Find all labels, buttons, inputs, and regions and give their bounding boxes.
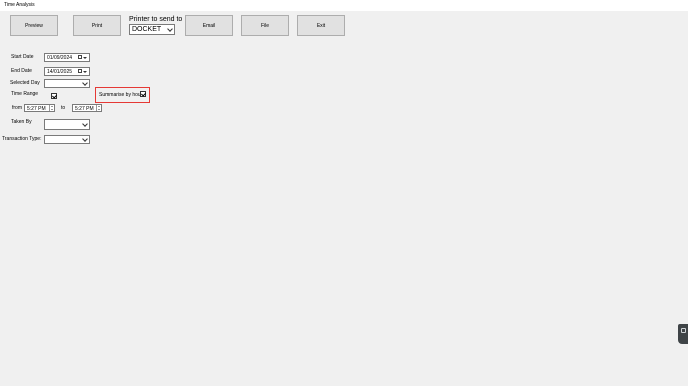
end-date-value: 14/01/2025 (47, 69, 73, 75)
check-icon (141, 91, 146, 97)
selected-day-label: Selected Day (10, 80, 40, 86)
time-range-label: Time Range (11, 91, 39, 97)
from-time-picker[interactable]: 5:27 PM (24, 104, 55, 112)
printer-select[interactable]: DOCKET (129, 24, 175, 35)
end-date-label: End Date (11, 68, 32, 74)
spinner[interactable] (49, 105, 54, 111)
dropdown-arrow-icon (83, 71, 87, 73)
start-date-value: 01/09/2024 (47, 55, 73, 61)
taken-by-label: Taken By (11, 119, 32, 125)
to-time-picker[interactable]: 5:27 PM (72, 104, 102, 112)
file-button[interactable]: File (241, 15, 289, 36)
calendar-icon (78, 55, 82, 59)
printer-label: Printer to send to (129, 16, 183, 23)
chevron-down-icon (82, 120, 88, 127)
side-panel-tab[interactable] (678, 324, 688, 344)
preview-button[interactable]: Preview (10, 15, 58, 36)
transaction-type-select[interactable] (44, 135, 90, 144)
printer-select-value: DOCKET (132, 26, 162, 33)
to-label: to (61, 105, 66, 111)
summarise-by-hour-label: Summarise by hour (99, 92, 143, 98)
print-button[interactable]: Print (73, 15, 121, 36)
time-range-checkbox[interactable] (51, 93, 57, 99)
spinner[interactable] (96, 105, 101, 111)
spin-down-icon (51, 109, 53, 110)
end-date-picker[interactable]: 14/01/2025 (44, 67, 90, 76)
exit-button[interactable]: Exit (297, 15, 345, 36)
email-button[interactable]: Email (185, 15, 233, 36)
chat-icon (681, 328, 686, 333)
title-bar: Time Analysis (0, 0, 688, 11)
window-title: Time Analysis (4, 2, 35, 8)
to-time-value: 5:27 PM (75, 106, 94, 112)
from-time-value: 5:27 PM (27, 106, 46, 112)
spin-down-icon (98, 109, 100, 110)
chevron-down-icon (82, 79, 88, 86)
start-date-picker[interactable]: 01/09/2024 (44, 53, 90, 62)
calendar-icon (78, 69, 82, 73)
check-icon (52, 93, 57, 99)
dropdown-arrow-icon (83, 57, 87, 59)
selected-day-select[interactable] (44, 79, 90, 88)
summarise-by-hour-checkbox[interactable] (140, 91, 146, 97)
chevron-down-icon (167, 25, 173, 32)
taken-by-select[interactable] (44, 119, 90, 130)
from-label: from (12, 105, 22, 111)
chevron-down-icon (82, 135, 88, 142)
spin-up-icon (51, 106, 53, 107)
transaction-type-label: Transaction Type: (2, 136, 42, 142)
start-date-label: Start Date (11, 54, 34, 60)
spin-up-icon (98, 106, 100, 107)
